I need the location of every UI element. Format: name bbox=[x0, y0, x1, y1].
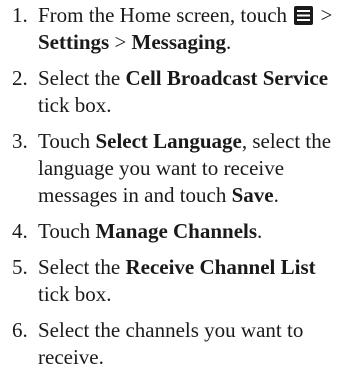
step-text: From the Home screen, touch bbox=[38, 3, 293, 27]
step-text: Touch bbox=[38, 129, 96, 153]
step-text: tick box. bbox=[38, 282, 112, 306]
step-text: > bbox=[315, 3, 333, 27]
step-text: Select the bbox=[38, 66, 126, 90]
step-keyword: Manage Channels bbox=[95, 219, 258, 243]
step-text: . bbox=[257, 219, 263, 243]
step-text: . bbox=[273, 183, 279, 207]
menu-icon bbox=[294, 6, 314, 25]
step-number: 6. bbox=[12, 318, 28, 342]
instruction-steps: 1. From the Home screen, touch > Setting… bbox=[0, 2, 350, 371]
step-1: 1. From the Home screen, touch > Setting… bbox=[0, 2, 350, 56]
step-keyword: Settings bbox=[38, 30, 110, 54]
step-text: Select the bbox=[38, 255, 126, 279]
step-number: 3. bbox=[12, 129, 28, 153]
step-keyword: Save bbox=[231, 183, 274, 207]
step-text: > bbox=[109, 30, 132, 54]
step-number: 1. bbox=[12, 3, 28, 27]
step-6: 6. Select the channels you want to recei… bbox=[0, 317, 350, 371]
step-number: 4. bbox=[12, 219, 28, 243]
step-text: Select the channels you want to receive. bbox=[38, 318, 304, 369]
step-number: 2. bbox=[12, 66, 28, 90]
step-text: . bbox=[226, 30, 232, 54]
step-keyword: Select Language bbox=[95, 129, 242, 153]
step-text: Touch bbox=[38, 219, 96, 243]
step-text: tick box. bbox=[38, 93, 112, 117]
step-4: 4. Touch Manage Channels. bbox=[0, 218, 350, 245]
step-5: 5. Select the Receive Channel List tick … bbox=[0, 254, 350, 308]
step-keyword: Messaging bbox=[131, 30, 227, 54]
step-keyword: Receive Channel List bbox=[125, 255, 316, 279]
step-2: 2. Select the Cell Broadcast Service tic… bbox=[0, 65, 350, 119]
step-keyword: Cell Broadcast Service bbox=[125, 66, 329, 90]
step-3: 3. Touch Select Language, select the lan… bbox=[0, 128, 350, 209]
step-number: 5. bbox=[12, 255, 28, 279]
